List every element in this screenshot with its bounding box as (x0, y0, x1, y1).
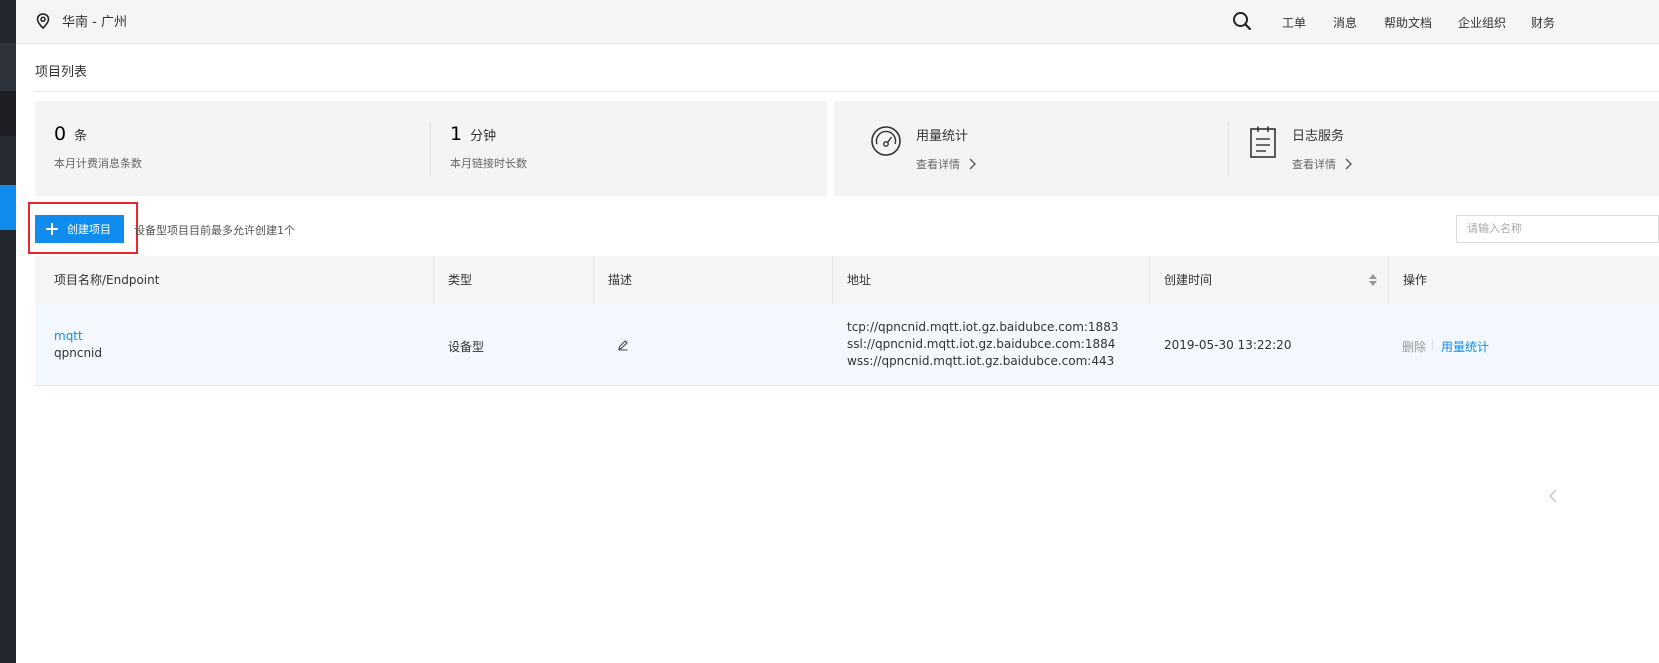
location-pin-icon (36, 12, 50, 29)
project-endpoint: qpncnid (54, 346, 102, 360)
divider (430, 121, 431, 176)
divider (593, 256, 594, 304)
column-header-actions: 操作 (1403, 273, 1428, 287)
divider (1149, 256, 1150, 304)
table-row: mqtt qpncnid 设备型 tcp://qpncnid.mqtt.iot.… (35, 304, 1659, 386)
column-header-name: 项目名称/Endpoint (54, 273, 160, 287)
service-title: 日志服务 (1292, 129, 1345, 144)
column-header-created[interactable]: 创建时间 (1164, 256, 1212, 304)
sidebar-item[interactable] (0, 91, 16, 136)
page-title: 项目列表 (35, 65, 88, 80)
address-tcp: tcp://qpncnid.mqtt.iot.gz.baidubce.com:1… (847, 320, 1119, 334)
clipboard-icon (1250, 126, 1276, 158)
service-usage: 用量统计 查看详情 (870, 125, 976, 172)
column-header-address: 地址 (847, 273, 872, 287)
divider (1432, 339, 1433, 350)
usage-stats-link[interactable]: 用量统计 (1441, 338, 1489, 355)
column-header-description: 描述 (608, 273, 633, 287)
region-selector[interactable]: 华南 - 广州 (36, 11, 127, 30)
plus-icon (46, 223, 58, 235)
stat-connection-time: 1 分钟 本月链接时长数 (450, 123, 527, 171)
chevron-left-icon[interactable] (1548, 488, 1558, 504)
create-project-label: 创建项目 (67, 224, 111, 236)
service-detail-link[interactable]: 查看详情 (1292, 156, 1352, 172)
chevron-right-icon (969, 158, 976, 170)
delete-link[interactable]: 删除 (1402, 338, 1426, 355)
created-time: 2019-05-30 13:22:20 (1164, 338, 1292, 352)
nav-messages[interactable]: 消息 (1333, 14, 1357, 31)
left-sidebar (0, 0, 16, 663)
sort-icon[interactable] (1368, 273, 1378, 287)
gauge-icon (871, 126, 901, 156)
stat-unit: 条 (74, 129, 88, 144)
address-ssl: ssl://qpncnid.mqtt.iot.gz.baidubce.com:1… (847, 337, 1116, 351)
nav-help-docs[interactable]: 帮助文档 (1384, 14, 1432, 31)
divider (35, 91, 1659, 92)
service-logs: 日志服务 查看详情 (1248, 125, 1352, 172)
service-detail-link[interactable]: 查看详情 (916, 156, 976, 172)
divider (433, 256, 434, 304)
create-limit-tip: 设备型项目目前最多允许创建1个 (134, 224, 295, 237)
divider (832, 256, 833, 304)
project-type: 设备型 (448, 340, 485, 354)
stat-label: 本月链接时长数 (450, 157, 527, 170)
sidebar-item-active[interactable] (0, 185, 16, 230)
service-title: 用量统计 (916, 129, 969, 144)
divider (1388, 256, 1389, 304)
address-wss: wss://qpncnid.mqtt.iot.gz.baidubce.com:4… (847, 354, 1115, 368)
stat-messages: 0条 本月计费消息条数 (54, 123, 142, 171)
sidebar-item[interactable] (0, 136, 16, 185)
column-header-type: 类型 (448, 273, 473, 287)
region-label: 华南 - 广州 (62, 15, 127, 30)
nav-finance[interactable]: 财务 (1531, 14, 1555, 31)
nav-tickets[interactable]: 工单 (1282, 14, 1306, 31)
search-input[interactable]: 请输入名称 (1456, 215, 1659, 243)
service-detail-label: 查看详情 (916, 158, 960, 171)
stat-label: 本月计费消息条数 (54, 157, 142, 170)
edit-icon[interactable] (617, 339, 629, 351)
project-name-link[interactable]: mqtt (54, 329, 83, 343)
service-detail-label: 查看详情 (1292, 158, 1336, 171)
search-icon[interactable] (1232, 11, 1252, 31)
services-panel: 用量统计 查看详情 日志服务 查看详情 (834, 101, 1659, 196)
stat-value: 0 (54, 123, 67, 145)
divider (1228, 121, 1229, 176)
table-header: 项目名称/Endpoint 类型 描述 地址 创建时间 操作 (35, 256, 1659, 304)
usage-stats-panel: 0条 本月计费消息条数 1 分钟 本月链接时长数 (35, 101, 827, 196)
create-project-button[interactable]: 创建项目 (35, 215, 124, 243)
sidebar-item[interactable] (0, 43, 16, 91)
top-bar: 华南 - 广州 工单 消息 帮助文档 企业组织 财务 (16, 0, 1659, 44)
stat-value: 1 (450, 123, 463, 145)
nav-organization[interactable]: 企业组织 (1458, 14, 1506, 31)
stat-unit: 分钟 (470, 129, 497, 144)
chevron-right-icon (1345, 158, 1352, 170)
